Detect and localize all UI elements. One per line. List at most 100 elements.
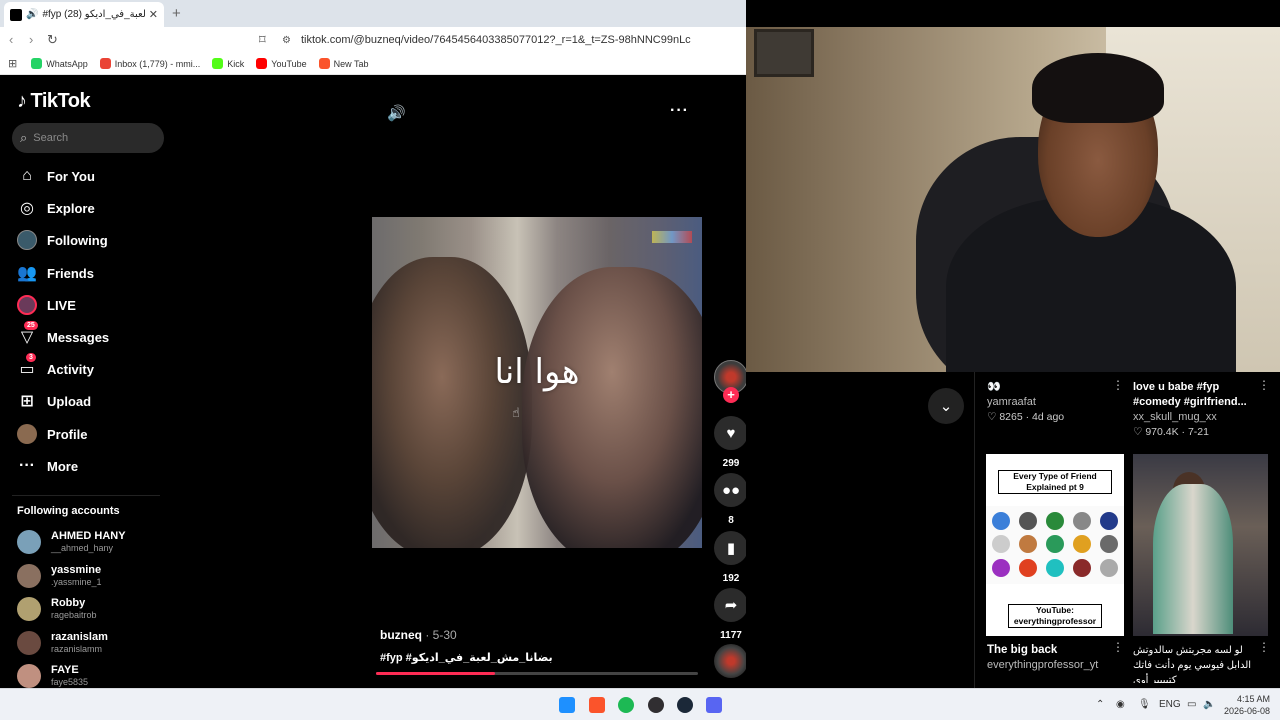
tray-microphone-icon[interactable]: 🎙	[1138, 699, 1151, 710]
clock-date: 2026-06-08	[1223, 706, 1270, 716]
feed-thumbnail[interactable]	[1133, 454, 1268, 636]
search-icon: ⌕	[20, 130, 28, 145]
video-watermark	[652, 231, 692, 243]
windows-start-icon[interactable]	[559, 697, 575, 713]
video-author[interactable]: buzneq · 5-30	[380, 628, 457, 642]
active-tab[interactable]: 🔊 #fyp (28) بضانا_مش_لعبة_في_اديكو# ✕	[4, 2, 164, 27]
webcam-person-hair	[1032, 53, 1164, 123]
steam-icon[interactable]	[677, 697, 693, 713]
bookmarks-bar: ⊞ WhatsApp Inbox (1,779) - mmi... Kick Y…	[0, 53, 746, 75]
divider	[974, 372, 975, 688]
comment-action[interactable]: ●● 8	[714, 473, 748, 526]
activity-badge: 3	[26, 353, 36, 362]
tray-mic-icon[interactable]: ◉	[1116, 699, 1125, 710]
apps-grid-icon[interactable]: ⊞	[8, 57, 17, 70]
like-action[interactable]: ♥ 299	[714, 416, 748, 469]
obs-icon[interactable]	[648, 697, 664, 713]
feed-card[interactable]: The big back everythingprofessor_yt	[987, 643, 1117, 673]
nav-upload[interactable]: ⊞ Upload	[16, 390, 91, 412]
messages-icon: ▽ 25	[16, 321, 38, 348]
chevron-down-icon[interactable]: ⌄	[928, 388, 964, 424]
brave-icon[interactable]	[589, 697, 605, 713]
language-indicator[interactable]: ENG	[1159, 699, 1181, 710]
video-description[interactable]: #fyp #بضانا_مش_لعبة_في_اديكو	[380, 651, 553, 664]
back-icon[interactable]: ‹	[9, 32, 13, 47]
feed-card[interactable]: 👀 yamraafat ♡ 8265 · 4d ago	[987, 380, 1117, 425]
bookmark-icon[interactable]: ▮	[714, 531, 748, 565]
kebab-menu-icon[interactable]: ⋮	[1258, 378, 1270, 392]
address-bar[interactable]: ⚙ tiktok.com/@buzneq/video/7645456403385…	[282, 30, 742, 50]
taskbar-clock[interactable]: 4:15 AM 2026-06-08	[1220, 693, 1270, 717]
tiktok-favicon-icon	[10, 8, 22, 21]
nav-friends[interactable]: 👥 Friends	[16, 262, 94, 284]
bookmark-count: 192	[722, 573, 740, 584]
audio-playing-icon[interactable]: 🔊	[26, 9, 38, 20]
divider	[12, 495, 160, 496]
browser-nav-bar: ‹ › ↻ ⌑ ⚙ tiktok.com/@buzneq/video/76454…	[0, 27, 746, 53]
kebab-menu-icon[interactable]: ⋮	[1112, 378, 1124, 392]
feed-card[interactable]: لو لسه مجربتش سالدوتش الدابل فيوسي يوم د…	[1133, 643, 1258, 683]
close-tab-icon[interactable]: ✕	[149, 8, 158, 21]
bookmark-kick[interactable]: Kick	[212, 58, 244, 69]
kebab-menu-icon[interactable]: ⋮	[1112, 640, 1124, 654]
nav-profile[interactable]: Profile	[16, 423, 87, 445]
following-account[interactable]: yassmine .yassmine_1	[17, 564, 102, 588]
search-input[interactable]: ⌕ Search	[12, 123, 164, 153]
profile-avatar-icon	[16, 423, 38, 445]
live-icon	[16, 294, 38, 316]
video-figure-left	[372, 257, 532, 548]
bookmark-youtube[interactable]: YouTube	[256, 58, 307, 69]
nav-messages[interactable]: ▽ 25 Messages	[16, 321, 109, 348]
following-account[interactable]: FAYE faye5835	[17, 664, 88, 688]
bookmark-whatsapp[interactable]: WhatsApp	[31, 58, 88, 69]
speaker-icon[interactable]: 🔈	[1203, 699, 1215, 710]
friends-icon: 👥	[17, 265, 37, 282]
share-icon[interactable]: ➦	[714, 588, 748, 622]
following-account[interactable]: razanislam razanislamm	[17, 631, 108, 655]
volume-icon[interactable]: 🔊	[387, 104, 406, 122]
comment-icon[interactable]: ●●	[714, 473, 748, 507]
share-action[interactable]: ➦ 1177	[714, 588, 748, 641]
activity-icon: ▭ 3	[19, 353, 36, 378]
bookmark-new-tab[interactable]: New Tab	[318, 58, 369, 69]
windows-taskbar: ⌃ ◉ 🎙 ENG ▭ 🔈 4:15 AM 2026-06-08	[0, 688, 1280, 720]
more-options-icon[interactable]: ···	[670, 102, 689, 120]
thumbnail-youtube-credit: YouTube: everythingprofessor	[1008, 604, 1102, 628]
spotify-icon[interactable]	[618, 697, 634, 713]
kebab-menu-icon[interactable]: ⋮	[1258, 640, 1270, 654]
kick-icon	[212, 58, 224, 69]
reload-icon[interactable]: ↻	[47, 32, 58, 48]
new-tab-button[interactable]: +	[172, 5, 181, 22]
feed-thumbnail[interactable]: Every Type of Friend Explained pt 9 YouT…	[986, 454, 1124, 636]
following-account[interactable]: AHMED HANY __ahmed_hany	[17, 530, 126, 554]
site-info-icon[interactable]: ⚙	[282, 35, 291, 46]
sound-disc-icon[interactable]	[714, 644, 748, 678]
forward-icon[interactable]: ›	[29, 32, 33, 47]
nav-for-you[interactable]: ⌂ For You	[16, 165, 95, 187]
more-icon: ···	[19, 457, 35, 474]
share-count: 1177	[720, 630, 742, 641]
tray-chevron-icon[interactable]: ⌃	[1096, 699, 1104, 710]
video-player[interactable]: هوا انا	[372, 217, 702, 548]
bookmark-action[interactable]: ▮ 192	[714, 531, 748, 584]
tiktok-page: ♪ TikTok ⌕ Search ⌂ For You ◎ Explore Follow…	[0, 76, 748, 688]
video-date: · 5-30	[422, 628, 457, 642]
nav-more[interactable]: ··· More	[16, 455, 78, 477]
upload-icon: ⊞	[20, 393, 34, 410]
nav-activity[interactable]: ▭ 3 Activity	[16, 353, 94, 380]
nav-explore[interactable]: ◎ Explore	[16, 197, 95, 219]
nav-live[interactable]: LIVE	[16, 294, 76, 316]
bookmark-page-icon[interactable]: ⌑	[259, 32, 266, 48]
avatar	[17, 564, 41, 588]
nav-following[interactable]: Following	[16, 229, 108, 251]
network-icon[interactable]: ▭	[1187, 699, 1196, 710]
feed-card[interactable]: love u babe #fyp #comedy #girlfriend... …	[1133, 380, 1255, 440]
discord-icon[interactable]	[706, 697, 722, 713]
bookmark-gmail[interactable]: Inbox (1,779) - mmi...	[99, 58, 200, 69]
video-progress-bar[interactable]	[376, 672, 698, 675]
follow-plus-icon[interactable]: +	[723, 387, 739, 403]
tiktok-logo[interactable]: ♪ TikTok	[17, 90, 91, 113]
following-account[interactable]: Robby ragebaitrob	[17, 597, 97, 621]
youtube-icon	[256, 58, 268, 69]
heart-icon[interactable]: ♥	[714, 416, 748, 450]
